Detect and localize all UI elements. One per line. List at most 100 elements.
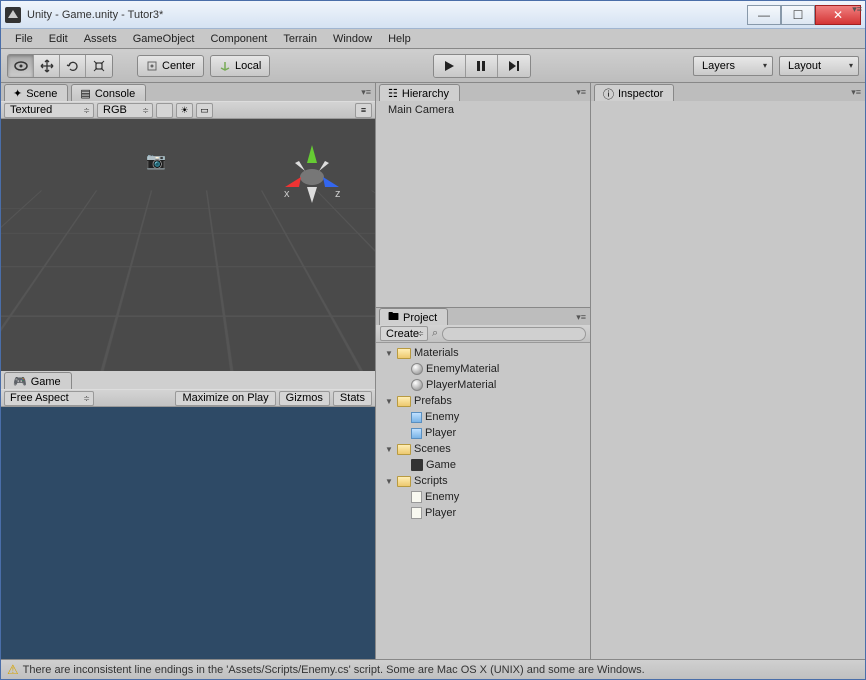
fold-toggle[interactable]: ▼: [384, 477, 394, 486]
pivot-center-button[interactable]: Center: [137, 55, 204, 77]
folder-icon: [397, 396, 411, 407]
project-folder[interactable]: ▼Scripts: [376, 473, 590, 489]
scene-2d-toggle[interactable]: [156, 103, 173, 118]
material-icon: [411, 379, 423, 391]
tab-console[interactable]: ▤ Console: [71, 84, 146, 101]
project-folder[interactable]: ▼Scenes: [376, 441, 590, 457]
scene-grid: [1, 190, 375, 371]
menu-file[interactable]: File: [7, 31, 41, 47]
project-item[interactable]: Enemy: [376, 489, 590, 505]
menu-edit[interactable]: Edit: [41, 31, 76, 47]
status-message: There are inconsistent line endings in t…: [23, 664, 645, 676]
project-panel[interactable]: ▼MaterialsEnemyMaterialPlayerMaterial▼Pr…: [376, 343, 590, 659]
menu-component[interactable]: Component: [202, 31, 275, 47]
scene-pane-options[interactable]: ▾≡: [361, 87, 371, 98]
project-folder[interactable]: ▼Materials: [376, 345, 590, 361]
scene-viewport[interactable]: 📷 x z: [1, 119, 375, 371]
menu-help[interactable]: Help: [380, 31, 419, 47]
game-toolbar: Free Aspect Maximize on Play Gizmos Stat…: [1, 389, 375, 407]
script-icon: [411, 507, 422, 519]
tab-hierarchy[interactable]: ☷ Hierarchy: [379, 84, 460, 101]
center-icon: [146, 60, 158, 72]
step-button[interactable]: [498, 55, 530, 77]
menu-bar: File Edit Assets GameObject Component Te…: [1, 29, 865, 49]
tab-project[interactable]: 🖿 Project: [379, 308, 448, 325]
project-item[interactable]: EnemyMaterial: [376, 361, 590, 377]
hierarchy-pane-options[interactable]: ▾≡: [576, 87, 586, 98]
main-toolbar: Center Local Layers Layout: [1, 49, 865, 83]
pause-button[interactable]: [466, 55, 498, 77]
fold-toggle[interactable]: ▼: [384, 349, 394, 358]
gizmos-toggle[interactable]: Gizmos: [279, 391, 330, 406]
script-icon: [411, 491, 422, 503]
tab-game[interactable]: 🎮 Game: [4, 372, 72, 389]
scale-icon: [92, 59, 106, 73]
rotate-tool-button[interactable]: [60, 55, 86, 77]
scale-tool-button[interactable]: [86, 55, 112, 77]
window-frame: Unity - Game.unity - Tutor3* — ☐ ✕ File …: [0, 0, 866, 680]
status-bar[interactable]: ⚠ There are inconsistent line endings in…: [1, 659, 865, 679]
scene-fx-toggle[interactable]: ≡: [355, 103, 372, 118]
project-pane-options[interactable]: ▾≡: [576, 312, 586, 323]
folder-icon: [397, 348, 411, 359]
project-item[interactable]: Player: [376, 425, 590, 441]
layers-dropdown[interactable]: Layers: [693, 56, 773, 76]
workspace: ✦ Scene ▤ Console ▾≡ Textured RGB ☀ ▭ ≡: [1, 83, 865, 659]
maximize-button[interactable]: ☐: [781, 5, 815, 25]
hierarchy-item[interactable]: Main Camera: [376, 103, 590, 117]
hierarchy-panel[interactable]: Main Camera: [376, 101, 590, 307]
unity-app-icon: [5, 7, 21, 23]
inspector-pane-options[interactable]: ▾≡: [851, 87, 861, 98]
rotate-icon: [66, 59, 80, 73]
project-tab-icon: 🖿: [388, 308, 399, 327]
prefab-icon: [411, 428, 422, 439]
console-tab-label: Console: [95, 88, 135, 100]
inspector-tab-strip: ⓘ Inspector ▾≡: [591, 83, 865, 101]
minimize-button[interactable]: —: [747, 5, 781, 25]
hand-icon: [13, 59, 29, 73]
project-tab-strip: 🖿 Project ▾≡: [376, 307, 590, 325]
fold-toggle[interactable]: ▼: [384, 397, 394, 406]
aspect-dropdown[interactable]: Free Aspect: [4, 391, 94, 406]
local-label: Local: [235, 60, 261, 72]
menu-terrain[interactable]: Terrain: [275, 31, 325, 47]
play-button[interactable]: [434, 55, 466, 77]
pivot-local-button[interactable]: Local: [210, 55, 270, 77]
middle-column: ☷ Hierarchy ▾≡ Main Camera 🖿 Project ▾≡ …: [376, 83, 591, 659]
scene-icon: [411, 459, 423, 471]
axis-z-label: z: [335, 188, 341, 200]
tab-scene[interactable]: ✦ Scene: [4, 84, 68, 101]
game-viewport[interactable]: [1, 407, 375, 659]
game-tab-icon: 🎮: [13, 375, 27, 388]
inspector-panel[interactable]: [591, 101, 865, 659]
shading-dropdown[interactable]: Textured: [4, 103, 94, 118]
tab-inspector[interactable]: ⓘ Inspector: [594, 84, 674, 101]
scene-light-toggle[interactable]: ☀: [176, 103, 193, 118]
project-create-dropdown[interactable]: Create: [380, 326, 428, 341]
menu-assets[interactable]: Assets: [76, 31, 125, 47]
stats-toggle[interactable]: Stats: [333, 391, 372, 406]
project-item[interactable]: Game: [376, 457, 590, 473]
scene-audio-toggle[interactable]: ▭: [196, 103, 213, 118]
project-item[interactable]: PlayerMaterial: [376, 377, 590, 393]
fold-toggle[interactable]: ▼: [384, 445, 394, 454]
layout-dropdown[interactable]: Layout: [779, 56, 859, 76]
folder-icon: [397, 476, 411, 487]
project-item[interactable]: Player: [376, 505, 590, 521]
orientation-gizmo[interactable]: x z: [277, 139, 347, 209]
window-title: Unity - Game.unity - Tutor3*: [27, 9, 747, 21]
material-icon: [411, 363, 423, 375]
project-search-input[interactable]: [442, 327, 586, 341]
rendermode-dropdown[interactable]: RGB: [97, 103, 153, 118]
move-tool-button[interactable]: [34, 55, 60, 77]
maximize-on-play-toggle[interactable]: Maximize on Play: [175, 391, 275, 406]
title-bar[interactable]: Unity - Game.unity - Tutor3* — ☐ ✕: [1, 1, 865, 29]
menu-window[interactable]: Window: [325, 31, 380, 47]
step-icon: [508, 60, 520, 72]
project-item[interactable]: Enemy: [376, 409, 590, 425]
project-folder[interactable]: ▼Prefabs: [376, 393, 590, 409]
camera-gizmo-icon[interactable]: 📷: [146, 151, 166, 171]
menu-gameobject[interactable]: GameObject: [125, 31, 203, 47]
hand-tool-button[interactable]: [8, 55, 34, 77]
prefab-icon: [411, 412, 422, 423]
